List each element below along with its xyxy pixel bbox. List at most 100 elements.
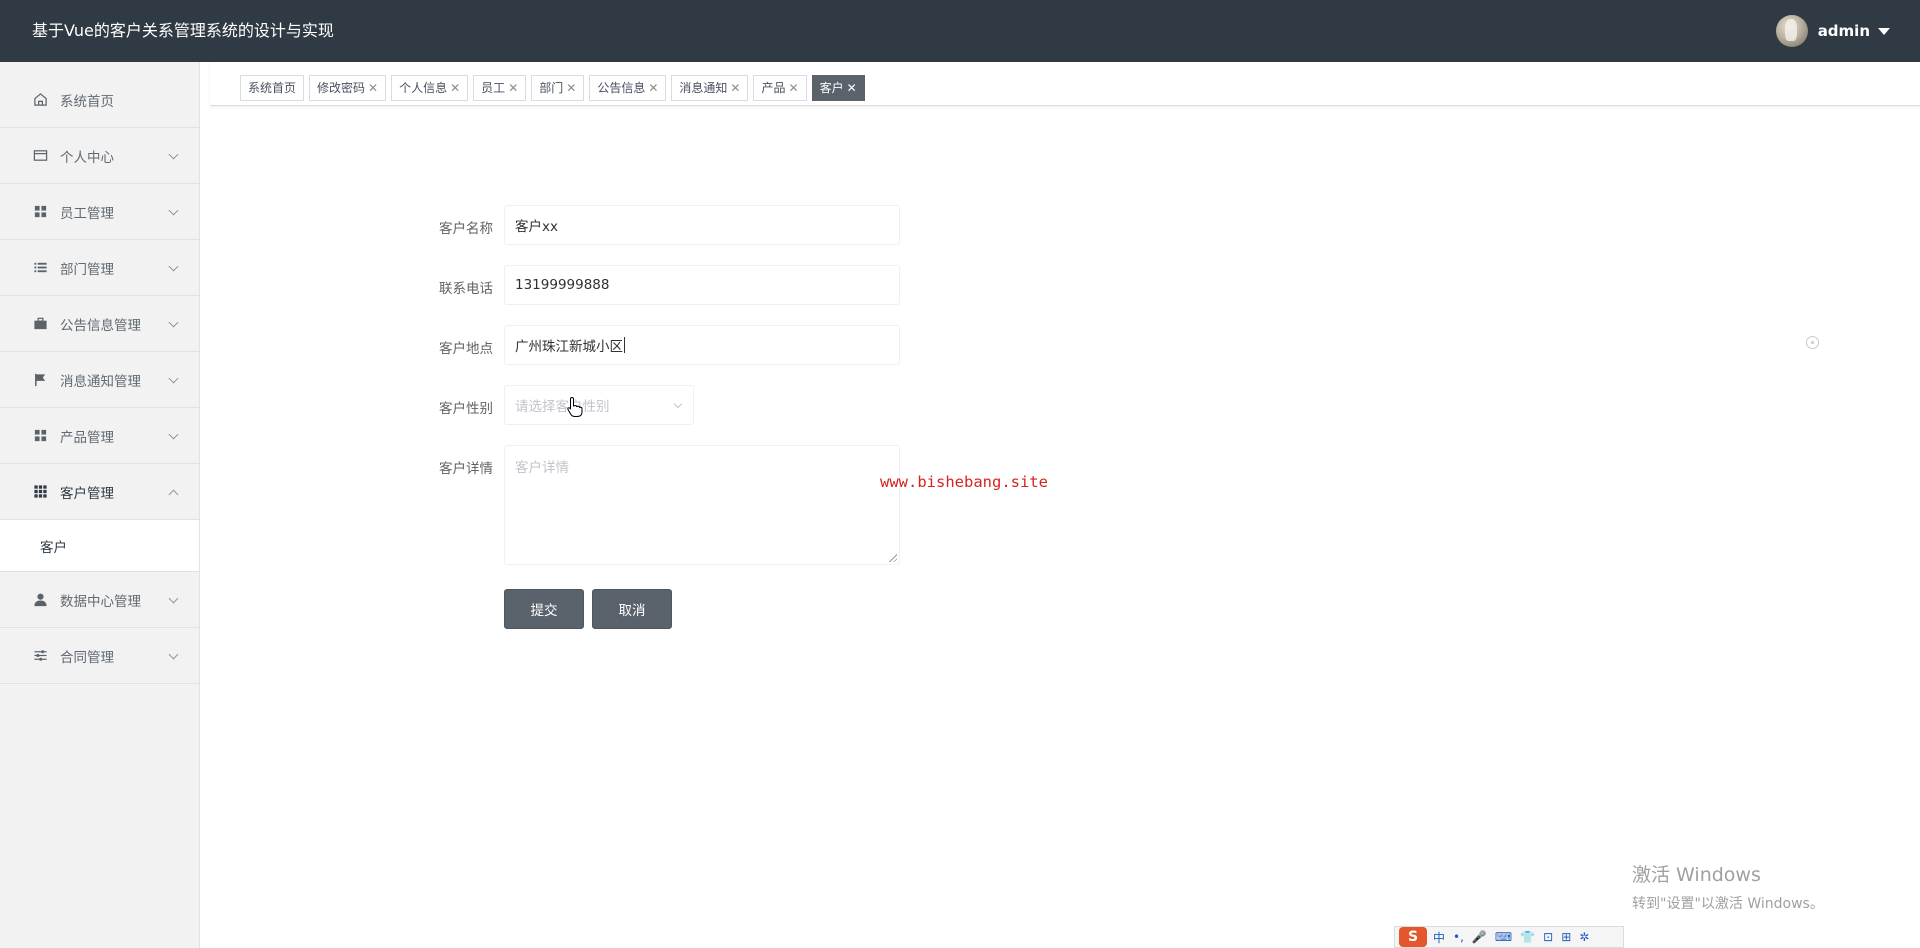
- close-icon[interactable]: ✕: [368, 76, 378, 100]
- hand-cursor-icon: [566, 396, 584, 418]
- field-label: 联系电话: [439, 281, 493, 297]
- chevron-down-icon: [168, 261, 179, 272]
- close-icon[interactable]: ✕: [508, 76, 518, 100]
- ime-punctuation-icon[interactable]: •,: [1453, 930, 1464, 944]
- user-name[interactable]: admin: [1818, 22, 1870, 40]
- tag-notice[interactable]: 公告信息 ✕: [589, 75, 667, 101]
- tag-list: 系统首页 修改密码 ✕ 个人信息 ✕ 员工 ✕ 部门 ✕ 公告信息 ✕ 消息通知 ✕ 产品 ✕…: [240, 75, 870, 101]
- home-icon: [32, 92, 48, 108]
- field-label: 客户详情: [439, 461, 493, 477]
- sidebar-item-contract[interactable]: 合同管理: [0, 628, 199, 684]
- apps-icon: [32, 484, 48, 500]
- tag-message[interactable]: 消息通知 ✕: [671, 75, 749, 101]
- sidebar-item-label: 公告信息管理: [60, 317, 141, 334]
- app-title: 基于Vue的客户关系管理系统的设计与实现: [32, 21, 334, 40]
- sidebar-item-home[interactable]: 系统首页: [0, 72, 199, 128]
- chevron-down-icon: [168, 317, 179, 328]
- sidebar-item-message[interactable]: 消息通知管理: [0, 352, 199, 408]
- gender-select[interactable]: 请选择客户性别: [504, 385, 694, 425]
- close-icon[interactable]: ✕: [450, 76, 460, 100]
- caret-down-icon[interactable]: [1878, 27, 1890, 35]
- microphone-icon[interactable]: 🎤: [1472, 930, 1487, 944]
- sidebar-item-label: 合同管理: [60, 649, 114, 666]
- sidebar-item-notice[interactable]: 公告信息管理: [0, 296, 199, 352]
- tag-staff[interactable]: 员工 ✕: [473, 75, 527, 101]
- tag-home[interactable]: 系统首页: [240, 75, 305, 101]
- flag-icon: [32, 372, 48, 388]
- sidebar-item-label: 个人中心: [60, 149, 114, 166]
- user-menu[interactable]: admin: [1775, 14, 1890, 48]
- skin-icon[interactable]: 👕: [1520, 930, 1535, 944]
- chevron-down-icon: [168, 593, 179, 604]
- grid-icon: [32, 204, 48, 220]
- ime-toolbar: S 中 •, 🎤 ⌨ 👕 ⊡ ⊞ ✲: [1394, 926, 1624, 948]
- sidebar-item-label: 系统首页: [60, 93, 114, 110]
- tag-label: 消息通知: [679, 81, 728, 95]
- assistant-icon[interactable]: ⊡: [1543, 930, 1553, 944]
- chevron-down-icon: [673, 399, 683, 409]
- field-label: 客户性别: [439, 401, 493, 417]
- close-icon[interactable]: ✕: [789, 76, 799, 100]
- tag-customer[interactable]: 客户 ✕: [811, 75, 865, 101]
- chevron-up-icon: [168, 489, 179, 500]
- detail-textarea[interactable]: 客户详情: [504, 445, 900, 565]
- ime-mode-icon[interactable]: 中: [1433, 929, 1445, 946]
- sidebar-subitem-customer[interactable]: 客户: [0, 520, 199, 572]
- tag-label: 个人信息: [399, 81, 448, 95]
- list-icon: [32, 260, 48, 276]
- sidebar-item-data-center[interactable]: 数据中心管理: [0, 572, 199, 628]
- input-value: 13199999888: [515, 277, 610, 293]
- tag-personal-info[interactable]: 个人信息 ✕: [391, 75, 469, 101]
- close-icon[interactable]: ✕: [847, 76, 857, 100]
- tag-department[interactable]: 部门 ✕: [531, 75, 585, 101]
- toolbox-icon[interactable]: ⊞: [1561, 930, 1571, 944]
- sidebar-item-label: 客户管理: [60, 485, 114, 502]
- resize-handle-icon[interactable]: [888, 553, 897, 562]
- sidebar-item-customer[interactable]: 客户管理: [0, 464, 199, 520]
- sidebar: 系统首页 个人中心 员工管理 部门管理 公告信息管理 消息通知管理 产品管理 客…: [0, 62, 200, 948]
- windows-activation-notice: 激活 Windows 转到"设置"以激活 Windows。: [1632, 860, 1824, 913]
- avatar[interactable]: [1775, 15, 1808, 47]
- sidebar-item-label: 产品管理: [60, 429, 114, 446]
- address-input[interactable]: 广州珠江新城小区: [504, 325, 900, 365]
- close-icon[interactable]: ✕: [566, 76, 576, 100]
- tag-label: 员工: [481, 81, 506, 95]
- textarea-placeholder: 客户详情: [515, 460, 569, 476]
- tag-label: 客户: [819, 81, 844, 95]
- top-header: 基于Vue的客户关系管理系统的设计与实现 admin: [0, 0, 1920, 62]
- select-placeholder: 请选择客户性别: [515, 399, 610, 415]
- phone-input[interactable]: 13199999888: [504, 265, 900, 305]
- sidebar-item-label: 员工管理: [60, 205, 114, 222]
- settings-icon[interactable]: ✲: [1579, 930, 1589, 944]
- sidebar-item-department[interactable]: 部门管理: [0, 240, 199, 296]
- sidebar-item-product[interactable]: 产品管理: [0, 408, 199, 464]
- sidebar-item-label: 数据中心管理: [60, 593, 141, 610]
- tag-change-password[interactable]: 修改密码 ✕: [309, 75, 387, 101]
- clear-icon[interactable]: [1806, 336, 1819, 349]
- close-icon[interactable]: ✕: [648, 76, 658, 100]
- close-icon[interactable]: ✕: [730, 76, 740, 100]
- sidebar-item-label: 部门管理: [60, 261, 114, 278]
- sidebar-item-staff[interactable]: 员工管理: [0, 184, 199, 240]
- submit-button[interactable]: 提交: [504, 589, 584, 629]
- briefcase-icon: [32, 316, 48, 332]
- ime-logo[interactable]: S: [1399, 927, 1427, 947]
- cancel-button[interactable]: 取消: [592, 589, 672, 629]
- tag-label: 公告信息: [597, 81, 646, 95]
- activation-title: 激活 Windows: [1632, 864, 1761, 886]
- customer-name-input[interactable]: 客户xx: [504, 205, 900, 245]
- tag-label: 产品: [761, 81, 786, 95]
- tags-bar: 系统首页 修改密码 ✕ 个人信息 ✕ 员工 ✕ 部门 ✕ 公告信息 ✕ 消息通知 ✕ 产品 ✕…: [210, 62, 1920, 106]
- sidebar-item-personal[interactable]: 个人中心: [0, 128, 199, 184]
- user-icon: [32, 592, 48, 608]
- chevron-down-icon: [168, 429, 179, 440]
- keyboard-icon[interactable]: ⌨: [1495, 930, 1512, 944]
- sidebar-item-label: 消息通知管理: [60, 373, 141, 390]
- activation-subtitle: 转到"设置"以激活 Windows。: [1632, 896, 1824, 912]
- input-value: 客户xx: [515, 219, 558, 235]
- sliders-icon: [32, 648, 48, 664]
- watermark-text: www.bishebang.site: [880, 473, 1048, 491]
- card-icon: [32, 148, 48, 164]
- chevron-down-icon: [168, 205, 179, 216]
- tag-product[interactable]: 产品 ✕: [753, 75, 807, 101]
